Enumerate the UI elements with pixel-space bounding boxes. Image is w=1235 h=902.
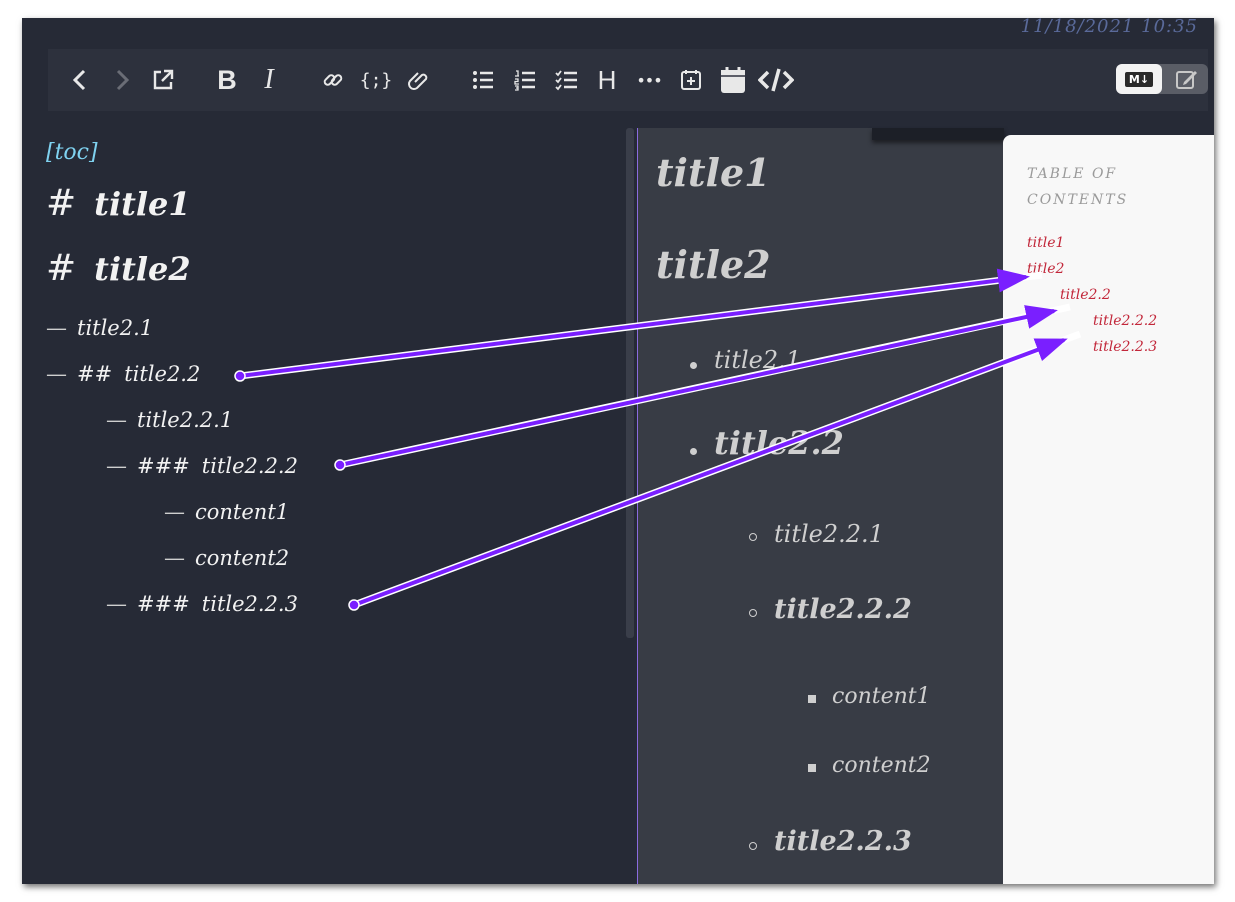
arrow-title2-2 [234, 268, 1043, 382]
annotation-arrows [234, 268, 1082, 611]
arrow-title2-2-3 [348, 330, 1082, 611]
arrow-title2-2-2 [334, 303, 1071, 471]
